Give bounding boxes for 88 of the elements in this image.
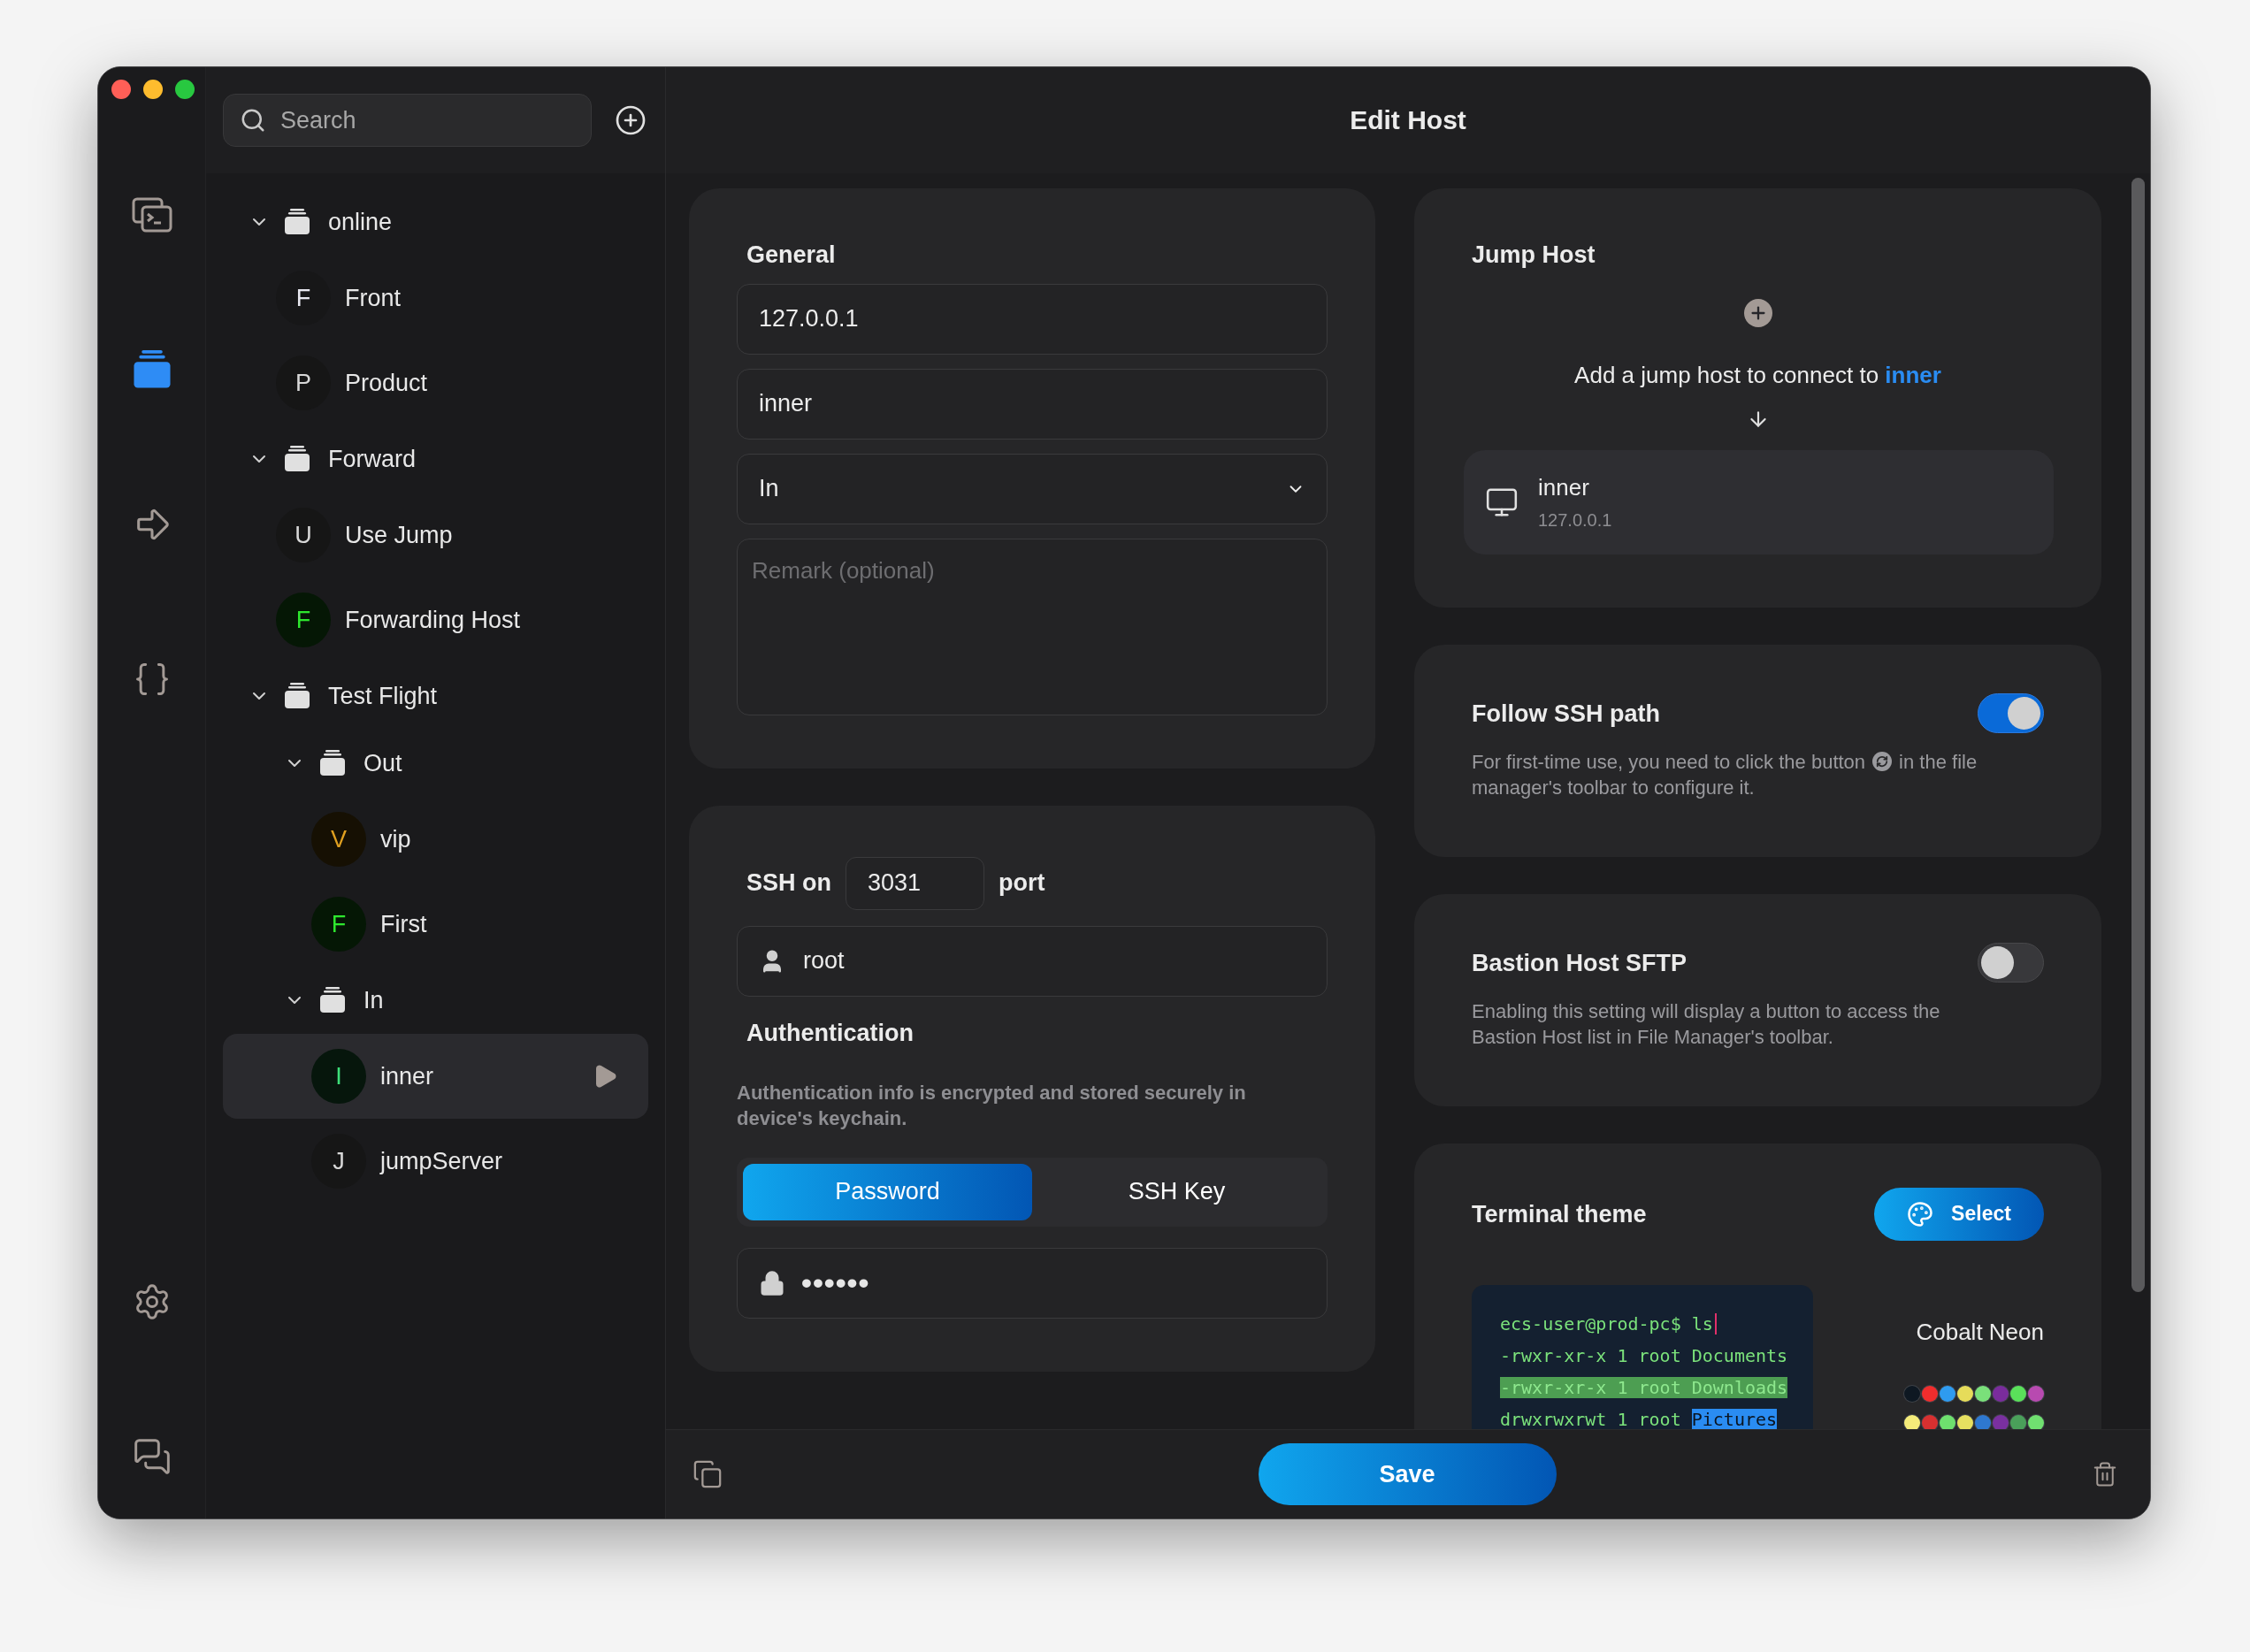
host-name: inner [1538, 473, 1590, 501]
terminal-line: drwxrwxrwt 1 root Pictures [1500, 1407, 1779, 1430]
jump-host-message: Add a jump host to connect to inner [1574, 361, 1941, 388]
group-name[interactable]: online [328, 208, 393, 236]
palette-icon [1907, 1200, 1934, 1228]
password-field[interactable]: •••••• [737, 1247, 1328, 1319]
scrollbar[interactable] [2131, 177, 2145, 1292]
auth-method-tab[interactable]: SSH Key [1032, 1163, 1321, 1220]
terminal-line: -rwxr-xr-x 1 root Documents [1500, 1343, 1789, 1368]
host-name: First [380, 910, 427, 938]
setting-description: Enabling this setting will display a button to access the Bastion Host list in File Manager's toolbar. [1472, 998, 1941, 1050]
folder-stack-icon [319, 750, 346, 776]
host-row[interactable]: J jumpServer [223, 1119, 648, 1204]
window-title: Edit Host [1350, 104, 1466, 135]
folder-stack-icon[interactable] [132, 350, 172, 389]
section-title: Terminal theme [1472, 1199, 1647, 1229]
group-name[interactable]: Forward [328, 445, 417, 473]
search-input[interactable]: Search [279, 105, 544, 135]
host-name: Use Jump [345, 521, 453, 549]
host-name: vip [380, 825, 411, 853]
input-field[interactable]: inner [737, 368, 1328, 440]
zoom-window-button[interactable] [175, 80, 195, 99]
section-title: Authentication [746, 1018, 915, 1048]
add-icon[interactable] [615, 104, 647, 136]
avatar-letter: F [295, 284, 311, 312]
username-field[interactable]: root [737, 925, 1328, 997]
setting-description: manager's toolbar to configure it. [1472, 775, 1755, 800]
avatar-letter: U [295, 521, 312, 549]
host-address: 127.0.0.1 [1538, 509, 1612, 531]
close-window-button[interactable] [111, 80, 131, 99]
host-row[interactable]: V vip [223, 797, 648, 882]
section-title: Jump Host [1472, 240, 1596, 270]
port-field[interactable]: 3031 [846, 856, 984, 910]
host-row[interactable]: F Forwarding Host [223, 577, 648, 662]
setting-description: For first-time use, you need to click the button [1472, 749, 1866, 775]
host-row[interactable]: F Front [223, 256, 648, 340]
search-field[interactable]: Search [223, 94, 592, 147]
select-theme-button[interactable]: Select [1874, 1187, 2044, 1241]
host-name: Front [345, 284, 402, 312]
input-field[interactable]: 127.0.0.1 [737, 283, 1328, 355]
copy-icon[interactable] [693, 1459, 723, 1490]
folder-stack-icon [319, 987, 346, 1013]
host-name: inner [380, 1062, 434, 1090]
text-cursor [1714, 1312, 1717, 1335]
avatar-letter: F [295, 606, 311, 634]
terminal-windows-icon[interactable] [131, 197, 172, 233]
group-name[interactable]: Out [364, 749, 402, 777]
folder-stack-icon [284, 446, 310, 472]
toggle-switch[interactable] [1978, 693, 2044, 734]
avatar-letter: J [333, 1147, 345, 1175]
group-select[interactable]: In [737, 453, 1328, 524]
sync-icon [1872, 752, 1893, 772]
avatar-letter: P [295, 369, 311, 397]
section-title: General [746, 240, 837, 270]
setting-title: Follow SSH path [1472, 699, 1660, 729]
lock-icon [759, 1269, 785, 1296]
terminal-line: ecs-user@prod-pc$ ls [1500, 1307, 1813, 1340]
username-input[interactable]: root [801, 946, 1305, 976]
toggle-switch[interactable] [1978, 943, 2044, 983]
auth-method-tab[interactable]: Password [743, 1163, 1032, 1220]
host-row[interactable]: I inner [223, 1034, 648, 1119]
save-button[interactable]: Save [1258, 1443, 1557, 1506]
host-name: Forwarding Host [345, 606, 521, 634]
auth-note: Authentication info is encrypted and stored securely in device's keychain. [737, 1080, 1247, 1131]
group-name[interactable]: Test Flight [328, 682, 438, 710]
group-name[interactable]: In [364, 986, 384, 1014]
trash-icon[interactable] [2092, 1461, 2118, 1488]
theme-name: Cobalt Neon [1916, 1318, 2044, 1346]
search-icon [240, 107, 266, 134]
jump-host-item[interactable]: inner 127.0.0.1 [1464, 449, 2054, 554]
host-name: jumpServer [380, 1147, 503, 1175]
avatar-letter: V [331, 825, 347, 853]
chat-bubbles-icon[interactable] [132, 1437, 172, 1476]
add-jump-host-button[interactable] [1743, 298, 1772, 327]
host-row[interactable]: U Use Jump [223, 493, 648, 577]
host-row[interactable]: P Product [223, 340, 648, 425]
remark-field[interactable]: Remark (optional) [737, 538, 1328, 715]
minimize-window-button[interactable] [143, 80, 163, 99]
setting-description: in the file [1899, 749, 1978, 775]
host-name: Product [345, 369, 428, 397]
avatar-letter: I [335, 1062, 342, 1090]
ssh-label: SSH on [746, 869, 831, 898]
host-row[interactable]: F First [223, 882, 648, 967]
avatar-letter: F [331, 910, 347, 938]
folder-stack-icon [284, 683, 310, 709]
port-label: port [999, 869, 1045, 898]
setting-title: Bastion Host SFTP [1472, 948, 1687, 978]
folder-stack-icon [284, 209, 310, 235]
